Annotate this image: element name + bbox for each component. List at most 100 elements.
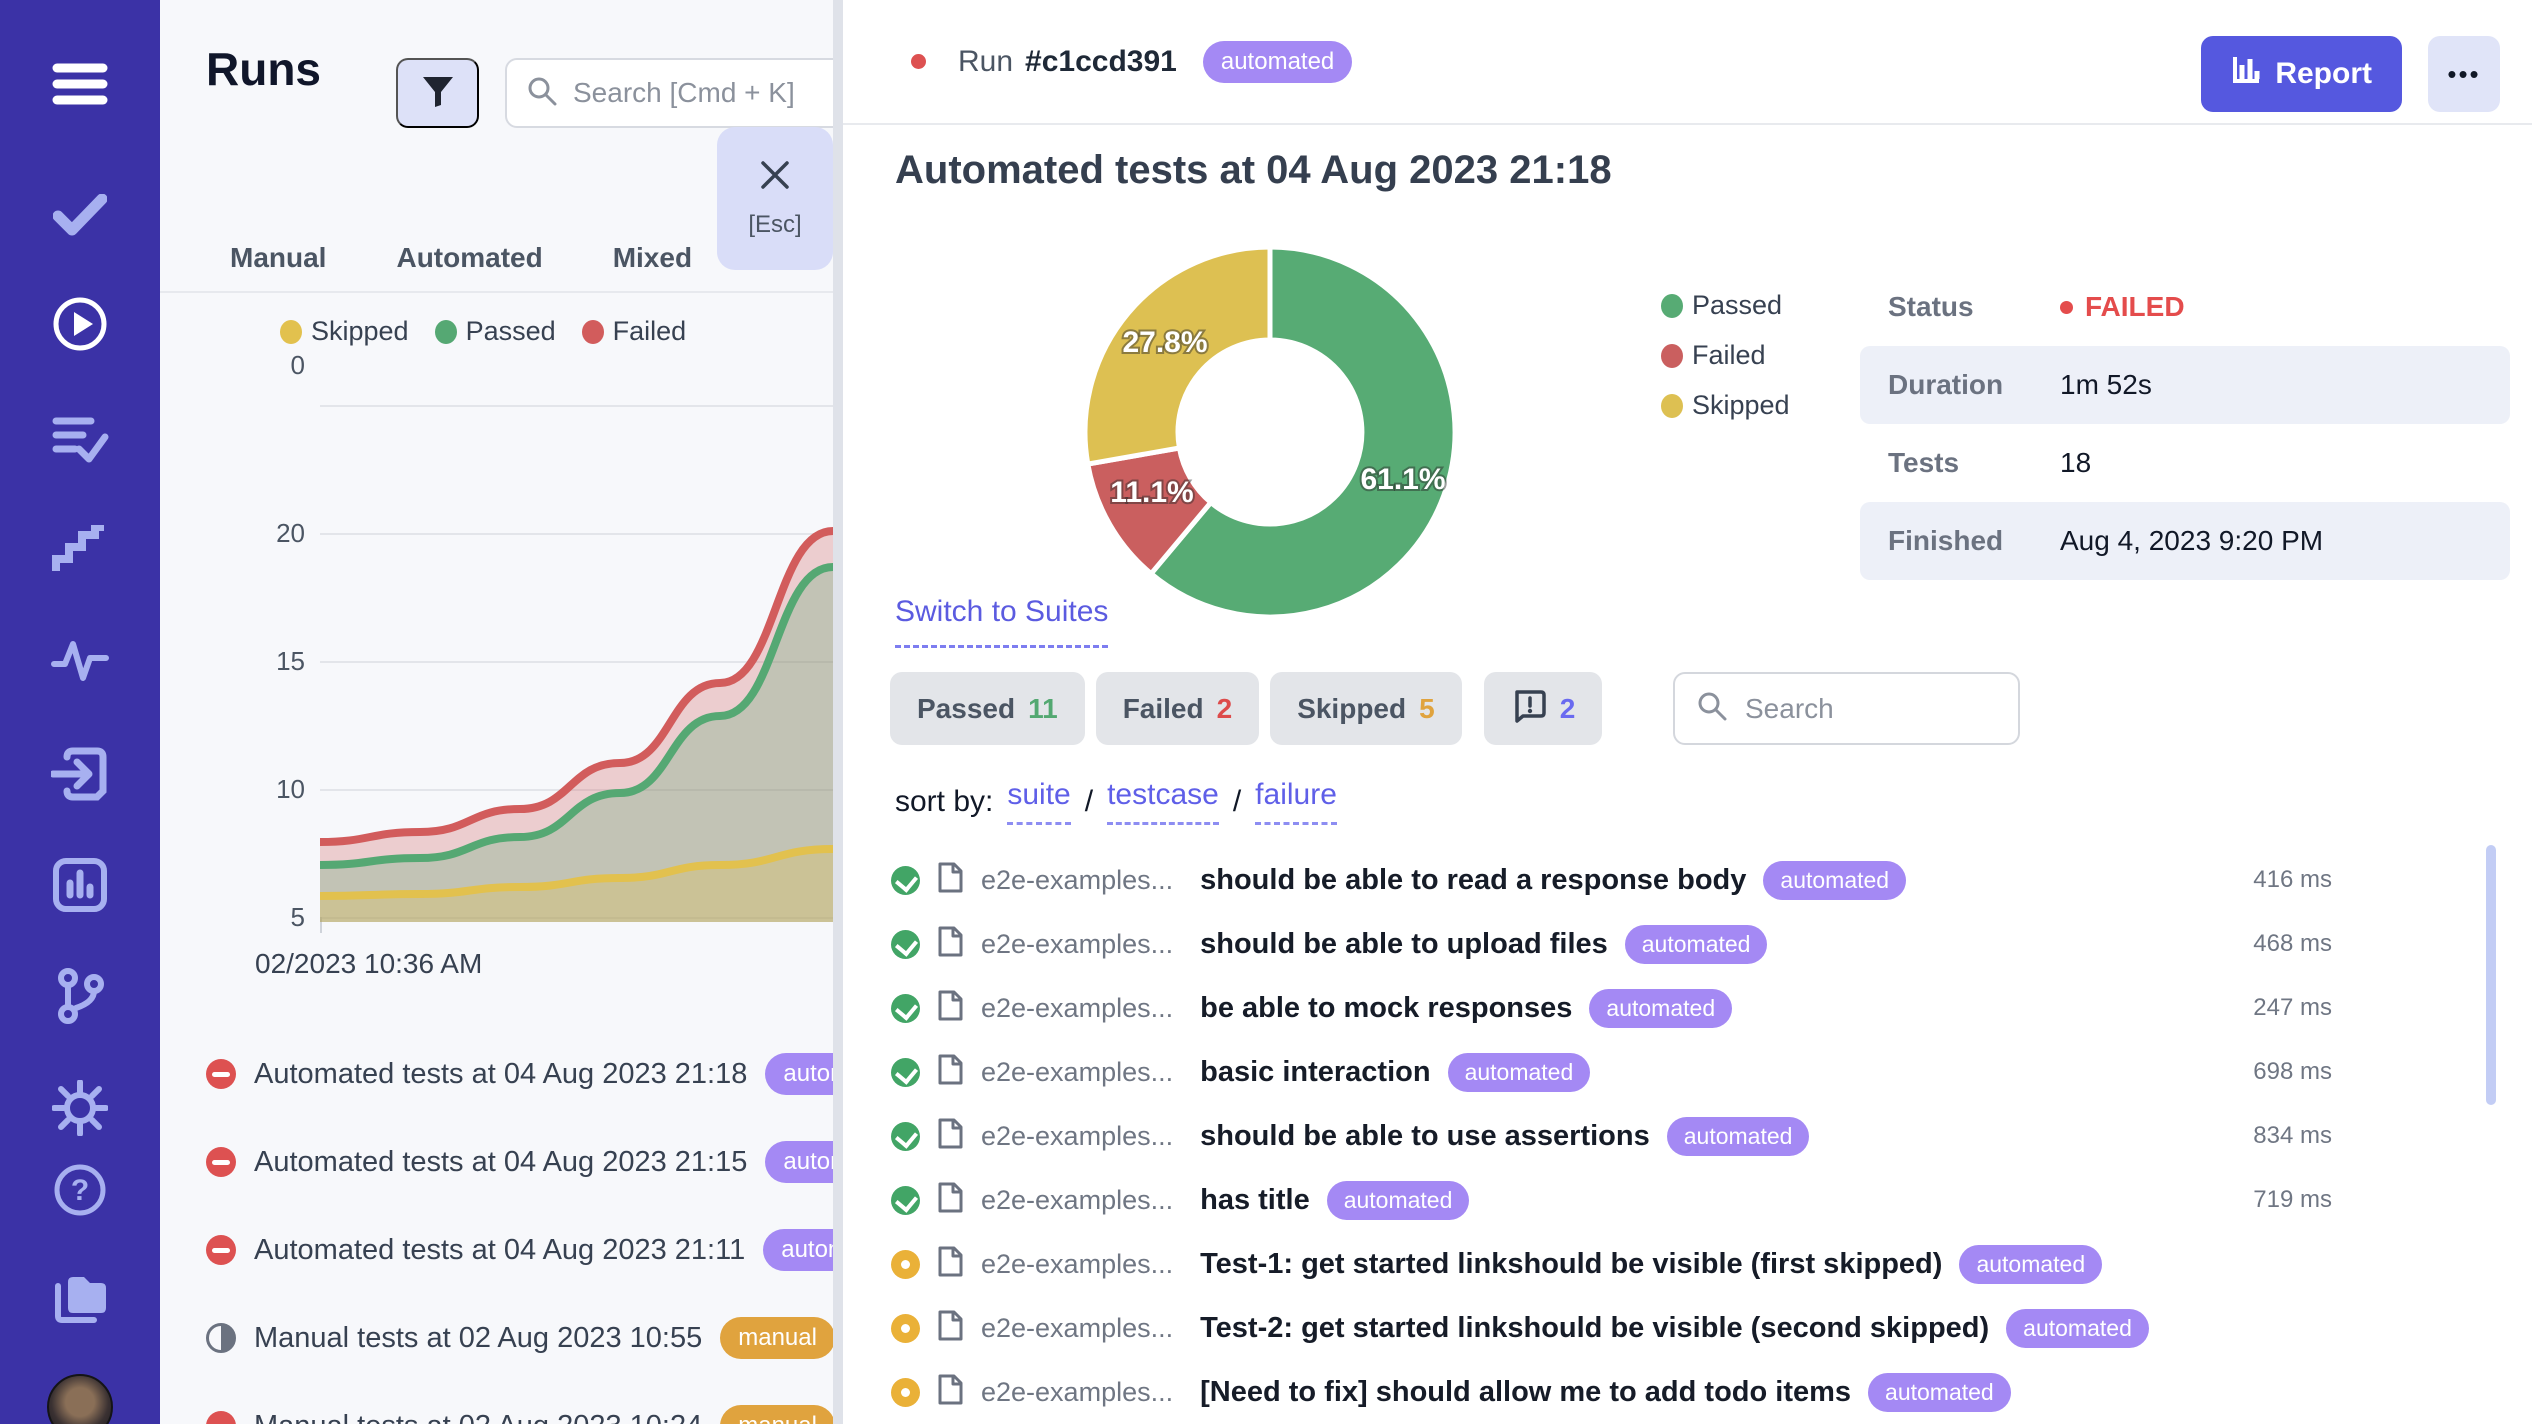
file-icon bbox=[937, 1181, 964, 1219]
tests-search-input[interactable] bbox=[1745, 693, 1975, 725]
legend-item: Skipped bbox=[1661, 390, 1790, 421]
test-type-badge: automated bbox=[1589, 989, 1732, 1028]
test-row[interactable]: e2e-examples... should be able to use as… bbox=[843, 1104, 2532, 1168]
run-list-item[interactable]: Manual tests at 02 Aug 2023 10:55 manual bbox=[160, 1294, 833, 1382]
summary-value: Aug 4, 2023 9:20 PM bbox=[2060, 525, 2323, 557]
legend-dot-icon bbox=[582, 320, 604, 344]
help-icon[interactable]: ? bbox=[50, 1160, 110, 1220]
sort-option: failure / bbox=[1255, 778, 1337, 825]
test-name: basic interaction bbox=[1200, 1056, 1430, 1089]
scrollbar-thumb[interactable] bbox=[2486, 845, 2496, 1105]
summary-row: Status FAILED bbox=[1860, 268, 2510, 346]
test-row[interactable]: e2e-examples... Test-2: get started link… bbox=[843, 1296, 2532, 1360]
test-name: should be able to use assertions bbox=[1200, 1120, 1650, 1153]
result-filter-chip[interactable]: Passed 11 bbox=[890, 672, 1085, 745]
projects-folder-icon[interactable] bbox=[50, 1268, 110, 1328]
test-suite-label: e2e-examples... bbox=[981, 1377, 1173, 1408]
test-duration: 698 ms bbox=[2253, 1058, 2332, 1086]
run-status-icon bbox=[206, 1147, 236, 1177]
sign-in-icon[interactable] bbox=[50, 744, 110, 804]
y-tick-label: 20 bbox=[240, 518, 305, 548]
runs-panel: Runs [Esc] ManualAutomatedMixed Skipped bbox=[160, 0, 833, 1424]
tests-check-icon[interactable] bbox=[50, 185, 110, 245]
test-name: [Need to fix] should allow me to add tod… bbox=[1200, 1376, 1851, 1409]
runs-play-icon[interactable] bbox=[50, 294, 110, 354]
switch-to-suites-link[interactable]: Switch to Suites bbox=[895, 595, 1108, 648]
summary-value: 1m 52s bbox=[2060, 369, 2152, 401]
runs-search[interactable] bbox=[505, 58, 833, 128]
sort-controls: sort by: suite / testcase / failure / bbox=[895, 778, 1337, 825]
test-status-icon bbox=[891, 1186, 920, 1215]
test-plans-icon[interactable] bbox=[50, 408, 110, 468]
legend-dot-icon bbox=[1661, 394, 1683, 418]
comments-count: 2 bbox=[1560, 693, 1576, 725]
result-filter-chips: Passed 11 Failed 2 Skipped 5 2 bbox=[890, 672, 1602, 745]
test-status-icon bbox=[891, 1378, 920, 1407]
run-summary-table: Status FAILED Duration 1m 52s Tests 18 F… bbox=[1860, 268, 2510, 580]
run-list-item[interactable]: Manual tests at 02 Aug 2023 10:24 manual bbox=[160, 1382, 833, 1424]
test-row[interactable]: e2e-examples... be able to mock response… bbox=[843, 976, 2532, 1040]
menu-icon[interactable] bbox=[50, 54, 110, 114]
comments-filter-chip[interactable]: 2 bbox=[1484, 672, 1603, 745]
close-overlay-button[interactable]: [Esc] bbox=[717, 127, 833, 270]
test-row[interactable]: e2e-examples... should be able to read a… bbox=[843, 848, 2532, 912]
donut-skipped-label: 27.8% bbox=[1122, 326, 1207, 359]
file-icon bbox=[937, 1117, 964, 1155]
test-suite-label: e2e-examples... bbox=[981, 993, 1173, 1024]
donut-passed-label: 61.1% bbox=[1360, 463, 1445, 496]
result-filter-chip[interactable]: Skipped 5 bbox=[1270, 672, 1462, 745]
page-title: Runs bbox=[206, 42, 321, 96]
runs-tab[interactable]: Automated bbox=[396, 242, 542, 274]
esc-hint: [Esc] bbox=[748, 211, 801, 239]
test-type-badge: automated bbox=[1667, 1117, 1810, 1156]
analytics-icon[interactable] bbox=[50, 855, 110, 915]
settings-gear-icon[interactable] bbox=[50, 1078, 110, 1138]
runs-tab[interactable]: Mixed bbox=[613, 242, 692, 274]
run-list-item[interactable]: Automated tests at 04 Aug 2023 21:11 aut… bbox=[160, 1206, 833, 1294]
sort-option-link[interactable]: suite bbox=[1007, 778, 1070, 825]
pulse-activity-icon[interactable] bbox=[50, 630, 110, 690]
test-type-badge: automated bbox=[1868, 1373, 2011, 1412]
test-status-icon bbox=[891, 994, 920, 1023]
legend-item: Passed bbox=[1661, 290, 1790, 321]
sort-by-label: sort by: bbox=[895, 785, 993, 819]
test-row[interactable]: e2e-examples... [Need to fix] should all… bbox=[843, 1360, 2532, 1424]
file-icon bbox=[937, 861, 964, 899]
result-filter-chip[interactable]: Failed 2 bbox=[1096, 672, 1260, 745]
branch-icon[interactable] bbox=[50, 966, 110, 1026]
test-status-icon bbox=[891, 1314, 920, 1343]
run-type-badge: automated bbox=[763, 1229, 833, 1271]
close-icon bbox=[758, 158, 792, 197]
test-suite-label: e2e-examples... bbox=[981, 929, 1173, 960]
test-name: should be able to upload files bbox=[1200, 928, 1608, 961]
more-options-button[interactable]: ••• bbox=[2428, 36, 2500, 112]
test-row[interactable]: e2e-examples... should be able to upload… bbox=[843, 912, 2532, 976]
filter-button[interactable] bbox=[396, 58, 479, 128]
test-row[interactable]: e2e-examples... basic interaction automa… bbox=[843, 1040, 2532, 1104]
run-status-icon bbox=[206, 1059, 236, 1089]
user-avatar[interactable] bbox=[47, 1374, 113, 1424]
chart-legend: Skipped Passed Failed bbox=[280, 316, 686, 347]
test-results-list: e2e-examples... should be able to read a… bbox=[843, 848, 2532, 1424]
test-row[interactable]: e2e-examples... Test-1: get started link… bbox=[843, 1232, 2532, 1296]
run-status-icon bbox=[206, 1235, 236, 1265]
tests-search[interactable] bbox=[1673, 672, 2020, 745]
runs-list: Automated tests at 04 Aug 2023 21:18 aut… bbox=[160, 1030, 833, 1424]
steps-icon[interactable] bbox=[50, 520, 110, 580]
summary-row: Duration 1m 52s bbox=[1860, 346, 2510, 424]
run-list-item[interactable]: Automated tests at 04 Aug 2023 21:18 aut… bbox=[160, 1030, 833, 1118]
y-tick-label: 5 bbox=[240, 902, 305, 932]
file-icon bbox=[937, 1053, 964, 1091]
test-status-icon bbox=[891, 1058, 920, 1087]
test-duration: 416 ms bbox=[2253, 866, 2332, 894]
legend-item: Passed bbox=[435, 316, 556, 347]
test-row[interactable]: e2e-examples... has title automated 719 … bbox=[843, 1168, 2532, 1232]
search-icon bbox=[1697, 691, 1727, 726]
runs-tab[interactable]: Manual bbox=[230, 242, 326, 274]
runs-search-input[interactable] bbox=[573, 77, 833, 109]
sort-option-link[interactable]: testcase bbox=[1107, 778, 1219, 825]
report-button[interactable]: Report bbox=[2201, 36, 2402, 112]
sort-option-link[interactable]: failure bbox=[1255, 778, 1337, 825]
file-icon bbox=[937, 925, 964, 963]
run-list-item[interactable]: Automated tests at 04 Aug 2023 21:15 aut… bbox=[160, 1118, 833, 1206]
